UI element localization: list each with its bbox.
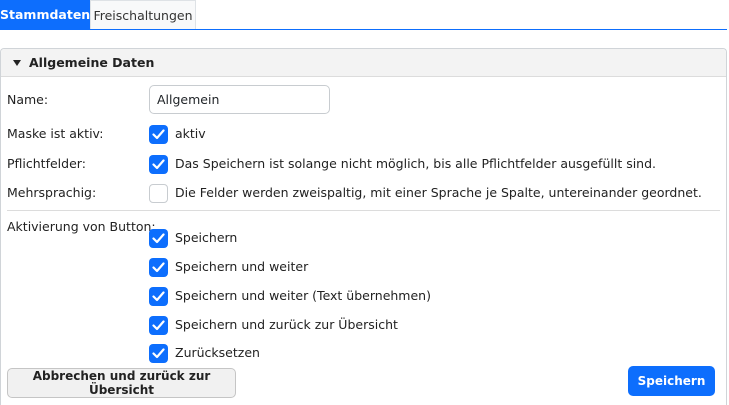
name-label: Name: bbox=[7, 92, 49, 107]
check-icon bbox=[152, 291, 165, 302]
pflichtfelder-checkbox[interactable] bbox=[149, 155, 168, 174]
tab-bar: Stammdaten Freischaltungen bbox=[0, 0, 727, 30]
check-icon bbox=[152, 129, 165, 140]
speichern-checkbox[interactable] bbox=[149, 229, 168, 248]
name-input[interactable] bbox=[149, 85, 330, 114]
speichern-und-weiter-checkbox[interactable] bbox=[149, 258, 168, 277]
mehrsprachig-label: Mehrsprachig: bbox=[7, 185, 97, 200]
mehrsprachig-text: Die Felder werden zweispaltig, mit einer… bbox=[175, 185, 702, 200]
zuruecksetzen-checkbox[interactable] bbox=[149, 344, 168, 363]
panel-header[interactable]: Allgemeine Daten bbox=[1, 49, 726, 77]
speichern-text-uebernehmen-option-text: Speichern und weiter (Text übernehmen) bbox=[175, 288, 431, 303]
check-icon bbox=[152, 348, 165, 359]
maske-aktiv-label: Maske ist aktiv: bbox=[7, 126, 104, 141]
mehrsprachig-checkbox[interactable] bbox=[149, 184, 168, 203]
tab-stammdaten[interactable]: Stammdaten bbox=[0, 0, 90, 29]
panel-title: Allgemeine Daten bbox=[29, 55, 155, 70]
pflichtfelder-text: Das Speichern ist solange nicht möglich,… bbox=[175, 156, 657, 171]
speichern-option-text: Speichern bbox=[175, 230, 238, 245]
check-icon bbox=[152, 159, 165, 170]
caret-down-icon[interactable] bbox=[13, 59, 21, 66]
pflichtfelder-label: Pflichtfelder: bbox=[7, 156, 86, 171]
speichern-zurueck-checkbox[interactable] bbox=[149, 316, 168, 335]
speichern-zurueck-option-text: Speichern und zurück zur Übersicht bbox=[175, 317, 398, 332]
aktivierung-label: Aktivierung von Button: bbox=[7, 219, 156, 234]
cancel-button[interactable]: Abbrechen und zurück zur Übersicht bbox=[7, 368, 236, 398]
tab-freischaltungen[interactable]: Freischaltungen bbox=[90, 0, 196, 29]
maske-aktiv-text: aktiv bbox=[175, 126, 206, 141]
zuruecksetzen-option-text: Zurücksetzen bbox=[175, 345, 260, 360]
speichern-text-uebernehmen-checkbox[interactable] bbox=[149, 287, 168, 306]
check-icon bbox=[152, 320, 165, 331]
maske-aktiv-checkbox[interactable] bbox=[149, 125, 168, 144]
speichern-und-weiter-option-text: Speichern und weiter bbox=[175, 259, 309, 274]
check-icon bbox=[152, 233, 165, 244]
save-button[interactable]: Speichern bbox=[628, 366, 715, 396]
check-icon bbox=[152, 262, 165, 273]
divider bbox=[7, 210, 720, 211]
